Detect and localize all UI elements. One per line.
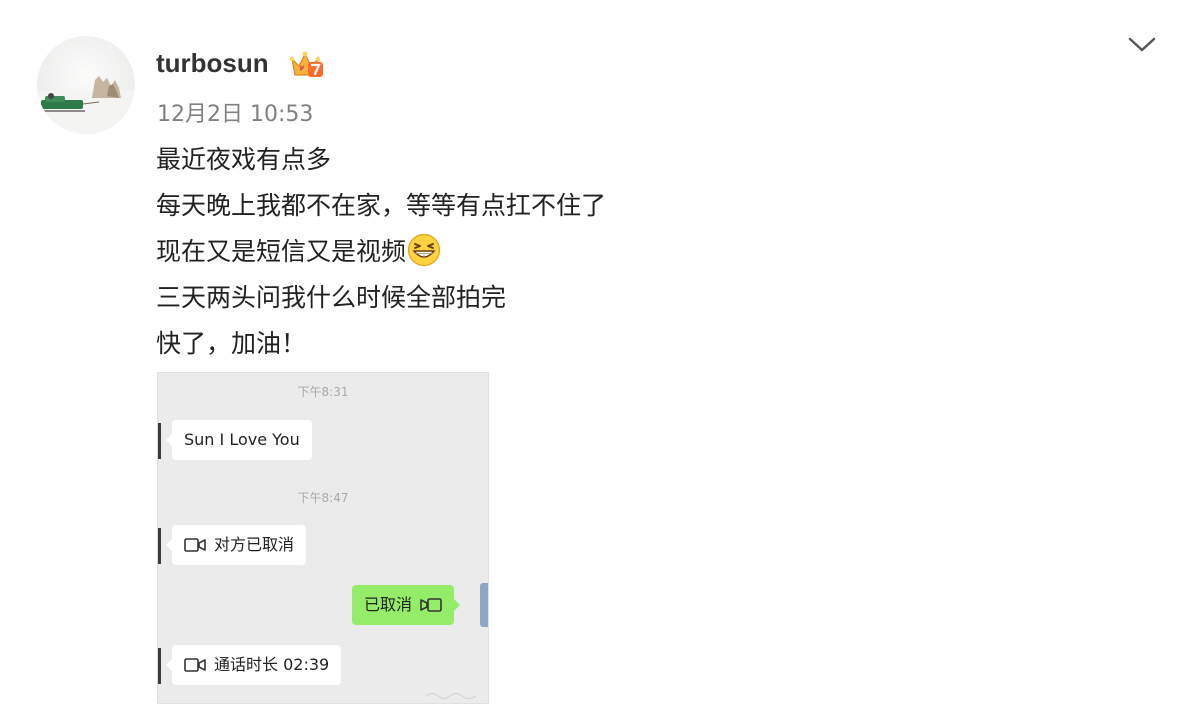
chat-bubble-received: Sun I Love You [166,420,312,460]
sender-avatar-edge [158,423,161,459]
video-call-status: 对方已取消 [214,535,295,554]
username[interactable]: turbosun [156,48,269,79]
chat-bubble-received-video-call: 对方已取消 [165,525,307,568]
video-camera-icon [184,648,206,688]
post-line: 每天晚上我都不在家，等等有点扛不住了 [156,191,607,220]
post-line-text: 现在又是短信又是视频 [156,237,407,266]
post-line: 三天两头问我什么时候全部拍完 [156,283,507,312]
video-call-status: 已取消 [364,595,413,614]
video-camera-icon [184,528,206,568]
video-camera-icon [420,588,442,628]
sender-avatar-edge [158,528,161,564]
post-line: 最近夜戏有点多 [156,145,332,174]
post-text: 最近夜戏有点多 每天晚上我都不在家，等等有点扛不住了 现在又是短信又是视频 三天… [156,137,606,367]
call-duration: 通话时长 02:39 [214,655,330,674]
chat-bubble-received-video-call: 通话时长 02:39 [165,645,342,688]
avatar[interactable] [37,36,135,134]
post-timestamp[interactable]: 12月2日 10:53 [157,96,313,128]
avatar-snow-scene-image [37,76,135,134]
post-line: 快了，加油！ [156,329,307,358]
chat-timestamp: 下午8:47 [297,491,349,505]
sender-avatar-edge [158,648,161,684]
image-watermark [425,691,477,699]
chevron-down-icon[interactable] [1128,35,1156,59]
post-line-with-emoji: 现在又是短信又是视频 [156,229,606,275]
chat-screenshot-image[interactable]: 下午8:31 Sun I Love You 下午8:47 对方已取消 已取消 通… [157,372,489,704]
crown-vip-icon[interactable] [289,50,325,84]
chat-timestamp: 下午8:31 [297,385,349,399]
chat-bubble-sent-video-call: 已取消 [352,585,461,628]
self-avatar-edge [480,583,488,627]
